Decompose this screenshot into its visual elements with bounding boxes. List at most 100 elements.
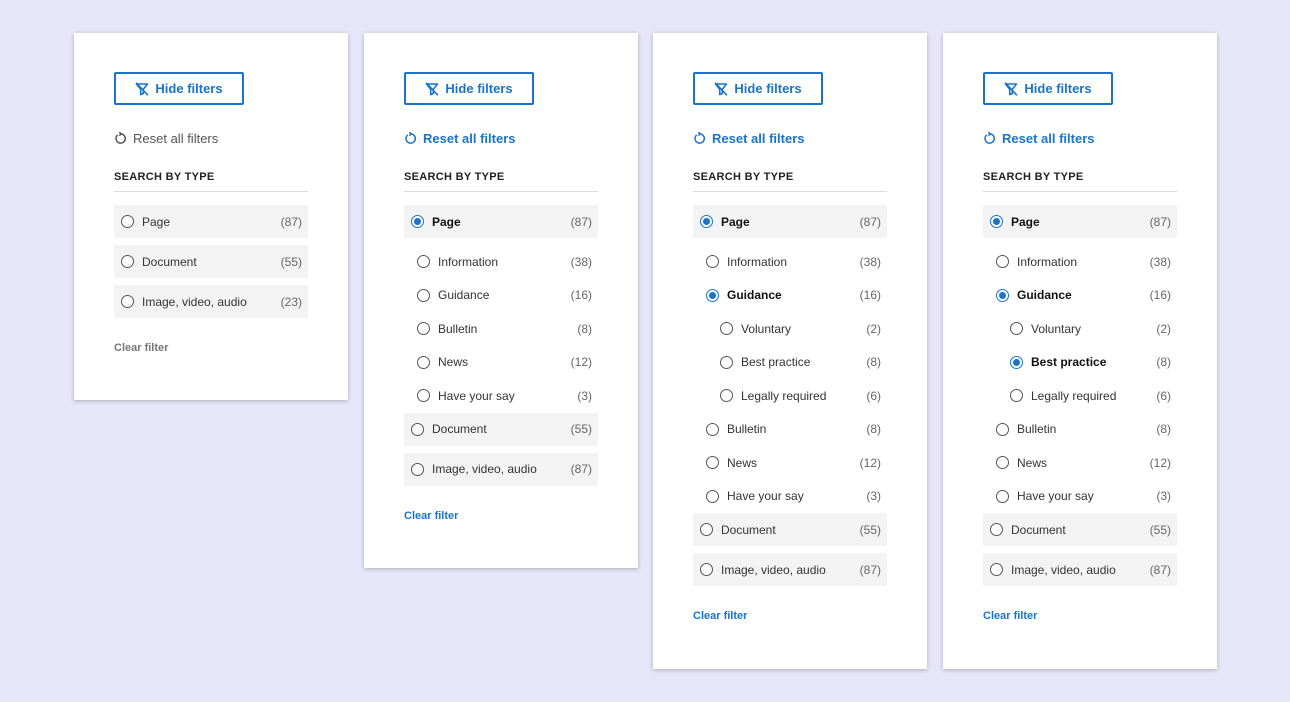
filter-option-best-practice[interactable]: Best practice (8)	[983, 346, 1177, 380]
radio-button[interactable]	[996, 255, 1009, 269]
filter-option-image-video-audio[interactable]: Image, video, audio (87)	[983, 553, 1177, 586]
filter-option-label: Guidance	[1017, 288, 1072, 303]
radio-button[interactable]	[411, 422, 424, 436]
radio-button[interactable]	[990, 215, 1003, 228]
radio-button[interactable]	[720, 389, 733, 403]
filter-option-voluntary[interactable]: Voluntary (2)	[983, 312, 1177, 346]
radio-button[interactable]	[121, 215, 134, 228]
radio-button[interactable]	[417, 288, 430, 302]
radio-button[interactable]	[996, 288, 1009, 302]
filter-option-count: (8)	[1156, 355, 1171, 370]
filter-option-label: Information	[438, 254, 499, 269]
reset-all-filters-label: Reset all filters	[133, 130, 219, 146]
reset-all-filters-link[interactable]: Reset all filters	[404, 129, 598, 147]
filter-option-count: (87)	[570, 214, 592, 229]
radio-button[interactable]	[121, 255, 134, 268]
radio-button[interactable]	[990, 523, 1003, 536]
filter-option-voluntary[interactable]: Voluntary (2)	[693, 312, 887, 346]
filter-option-label: Document	[142, 254, 197, 269]
reset-all-filters-link[interactable]: Reset all filters	[693, 129, 887, 147]
filter-option-label: Image, video, audio	[1011, 562, 1116, 577]
filter-option-document[interactable]: Document (55)	[114, 245, 308, 278]
hide-filters-button[interactable]: Hide filters	[693, 72, 823, 105]
filter-option-document[interactable]: Document (55)	[404, 412, 598, 446]
filter-option-news[interactable]: News (12)	[983, 446, 1177, 480]
radio-button[interactable]	[700, 563, 713, 576]
filter-option-information[interactable]: Information (38)	[404, 245, 598, 279]
radio-button[interactable]	[411, 215, 424, 228]
hide-filters-button[interactable]: Hide filters	[983, 72, 1113, 105]
filter-option-page[interactable]: Page (87)	[693, 205, 887, 238]
radio-button[interactable]	[706, 288, 719, 302]
filter-option-legally-required[interactable]: Legally required (6)	[693, 379, 887, 413]
clear-filter-link[interactable]: Clear filter	[983, 610, 1177, 622]
hide-filters-button[interactable]: Hide filters	[114, 72, 244, 105]
radio-button[interactable]	[1010, 355, 1023, 369]
filter-option-label: Page	[721, 214, 750, 229]
filter-option-bulletin[interactable]: Bulletin (8)	[983, 413, 1177, 447]
radio-button[interactable]	[417, 355, 430, 369]
clear-filter-link[interactable]: Clear filter	[114, 342, 308, 354]
filter-option-count: (38)	[1149, 254, 1171, 269]
radio-button[interactable]	[417, 255, 430, 269]
radio-button[interactable]	[996, 456, 1009, 470]
filter-option-label: Page	[1011, 214, 1040, 229]
filter-option-page[interactable]: Page (87)	[114, 205, 308, 238]
filter-option-label: Have your say	[438, 388, 515, 403]
filter-option-label: Page	[142, 214, 171, 229]
hide-filters-label: Hide filters	[1024, 81, 1092, 96]
radio-button[interactable]	[990, 563, 1003, 576]
filter-option-count: (87)	[280, 214, 302, 229]
filter-option-page[interactable]: Page (87)	[404, 205, 598, 238]
filter-option-image-video-audio[interactable]: Image, video, audio (23)	[114, 285, 308, 318]
filter-option-count: (87)	[859, 214, 881, 229]
radio-button[interactable]	[706, 456, 719, 470]
section-title: SEARCH BY TYPE	[114, 171, 308, 192]
filter-option-guidance[interactable]: Guidance (16)	[693, 279, 887, 313]
filter-option-best-practice[interactable]: Best practice (8)	[693, 346, 887, 380]
radio-button[interactable]	[1010, 389, 1023, 403]
filter-option-image-video-audio[interactable]: Image, video, audio (87)	[404, 452, 598, 486]
filter-off-icon	[715, 81, 728, 96]
filter-option-bulletin[interactable]: Bulletin (8)	[693, 413, 887, 447]
radio-button[interactable]	[706, 489, 719, 503]
filter-option-information[interactable]: Information (38)	[693, 245, 887, 279]
radio-button[interactable]	[411, 462, 424, 476]
clear-filter-link[interactable]: Clear filter	[693, 610, 887, 622]
radio-button[interactable]	[996, 489, 1009, 503]
reset-all-filters-link[interactable]: Reset all filters	[983, 129, 1177, 147]
filter-option-label: Guidance	[438, 288, 490, 303]
hide-filters-button[interactable]: Hide filters	[404, 72, 534, 105]
filter-option-news[interactable]: News (12)	[404, 346, 598, 380]
filter-option-guidance[interactable]: Guidance (16)	[404, 279, 598, 313]
radio-button[interactable]	[700, 523, 713, 536]
filter-option-news[interactable]: News (12)	[693, 446, 887, 480]
filter-option-image-video-audio[interactable]: Image, video, audio (87)	[693, 553, 887, 586]
filter-option-bulletin[interactable]: Bulletin (8)	[404, 312, 598, 346]
filter-off-icon	[426, 81, 439, 96]
radio-button[interactable]	[996, 422, 1009, 436]
reset-all-filters-link[interactable]: Reset all filters	[114, 129, 308, 147]
filter-option-count: (87)	[1149, 562, 1171, 577]
filter-option-legally-required[interactable]: Legally required (6)	[983, 379, 1177, 413]
filter-option-have-your-say[interactable]: Have your say (3)	[693, 480, 887, 514]
filter-panel-3: Hide filters Reset all filters SEARCH BY…	[653, 33, 927, 669]
radio-button[interactable]	[706, 422, 719, 436]
radio-button[interactable]	[417, 389, 430, 403]
radio-button[interactable]	[121, 295, 134, 308]
radio-button[interactable]	[700, 215, 713, 228]
radio-button[interactable]	[1010, 322, 1023, 336]
filter-option-document[interactable]: Document (55)	[693, 513, 887, 546]
filter-option-page[interactable]: Page (87)	[983, 205, 1177, 238]
radio-button[interactable]	[417, 322, 430, 336]
radio-button[interactable]	[720, 355, 733, 369]
filter-option-have-your-say[interactable]: Have your say (3)	[404, 379, 598, 413]
filter-option-count: (55)	[570, 422, 592, 436]
filter-option-guidance[interactable]: Guidance (16)	[983, 279, 1177, 313]
filter-option-information[interactable]: Information (38)	[983, 245, 1177, 279]
clear-filter-link[interactable]: Clear filter	[404, 510, 598, 522]
radio-button[interactable]	[720, 322, 733, 336]
radio-button[interactable]	[706, 255, 719, 269]
filter-option-document[interactable]: Document (55)	[983, 513, 1177, 546]
filter-option-have-your-say[interactable]: Have your say (3)	[983, 480, 1177, 514]
